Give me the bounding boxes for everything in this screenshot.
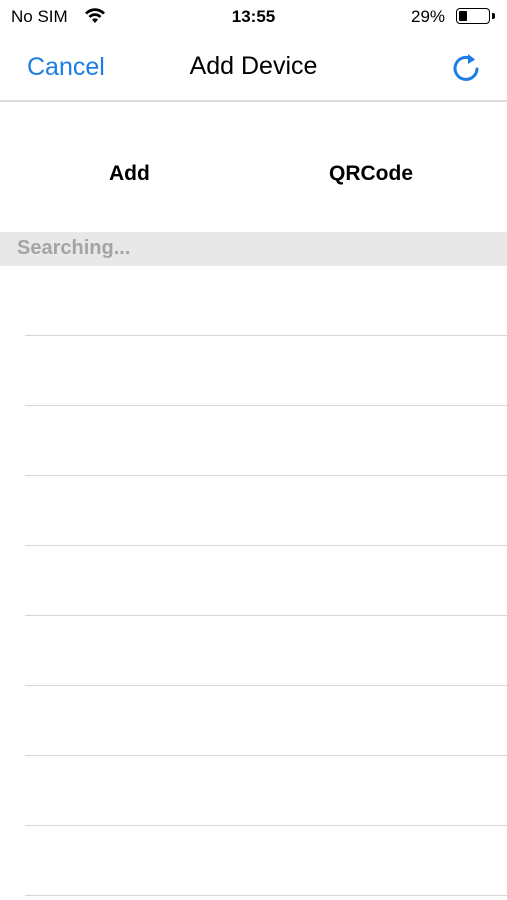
refresh-icon[interactable] — [450, 50, 484, 86]
tab-add[interactable]: Add — [109, 162, 150, 186]
list-item[interactable] — [0, 476, 507, 546]
page-title: Add Device — [189, 52, 318, 80]
list-item[interactable] — [0, 826, 507, 896]
tab-bar: Add QRCode — [0, 140, 507, 212]
list-item[interactable] — [0, 616, 507, 686]
list-item[interactable] — [0, 266, 507, 336]
battery-cap — [492, 13, 495, 19]
battery-percent: 29% — [411, 7, 446, 26]
searching-label: Searching... — [17, 237, 131, 259]
list-item[interactable] — [0, 756, 507, 826]
device-list — [0, 266, 507, 896]
searching-header: Searching... — [0, 232, 507, 266]
list-item[interactable] — [0, 686, 507, 756]
list-item[interactable] — [0, 406, 507, 476]
list-item[interactable] — [0, 336, 507, 406]
status-bar: No SIM 13:55 29% — [0, 0, 507, 36]
list-item[interactable] — [0, 546, 507, 616]
navigation-bar: Cancel Add Device — [0, 36, 507, 102]
battery-icon — [456, 8, 490, 24]
battery-fill — [459, 11, 467, 21]
tab-qrcode[interactable]: QRCode — [329, 162, 413, 186]
